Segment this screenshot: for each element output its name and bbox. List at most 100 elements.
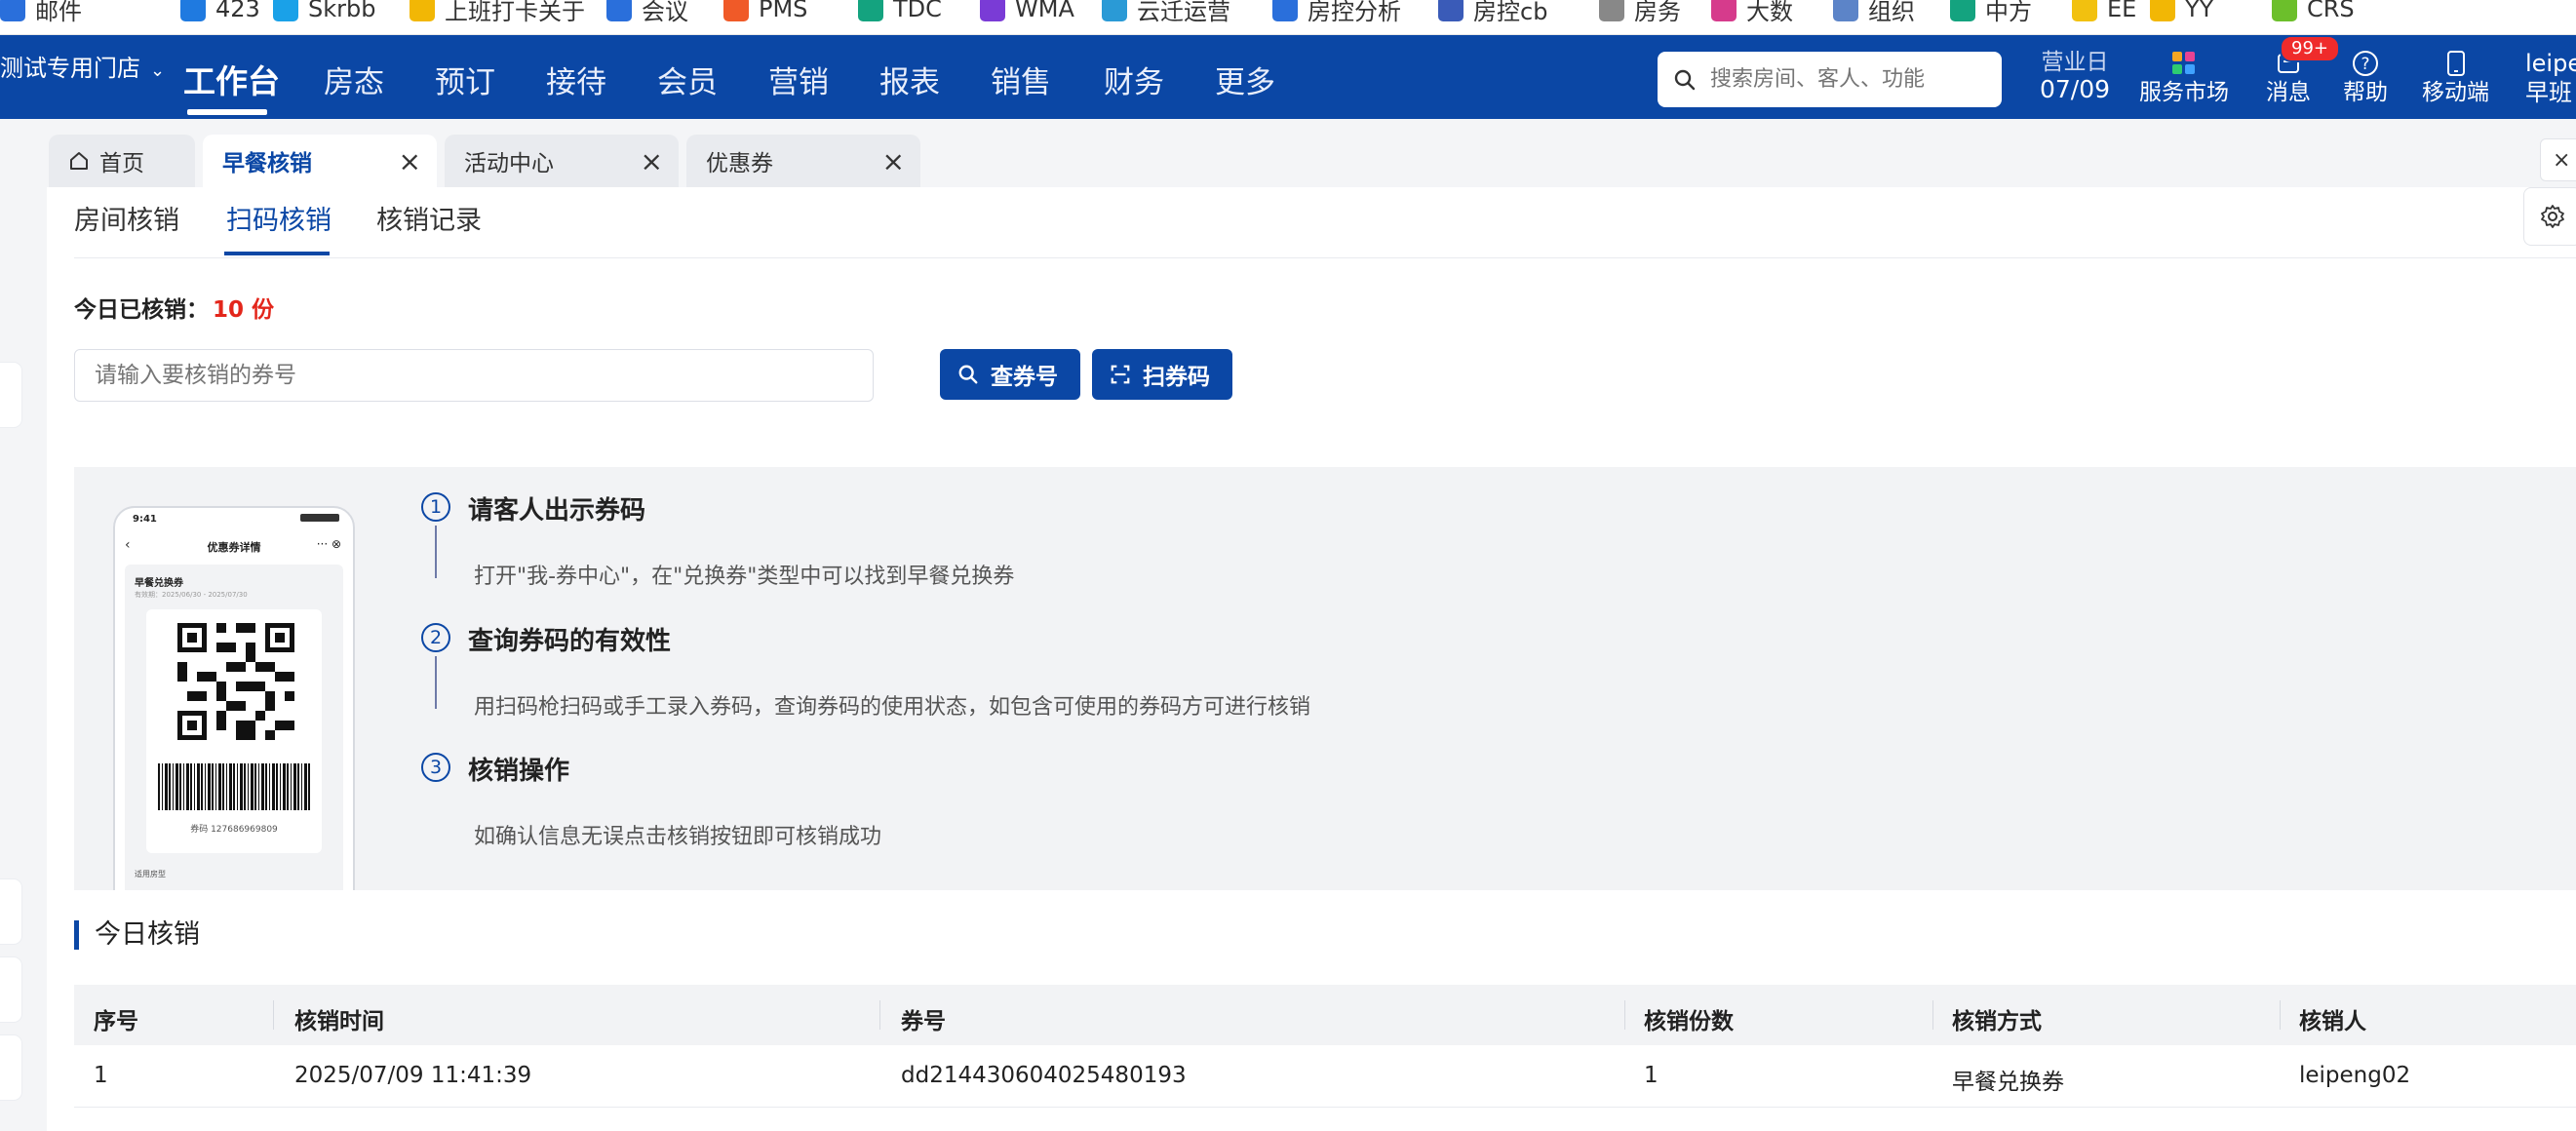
bookmark-item[interactable]: 上班打卡关于 bbox=[410, 0, 585, 25]
tab-label: 首页 bbox=[99, 151, 144, 176]
more-icon: ··· ⊗ bbox=[316, 537, 341, 551]
voucher-code: 券码 127686969809 bbox=[190, 825, 278, 835]
scan-voucher-label: 扫券码 bbox=[1143, 365, 1210, 390]
step-number-2: 2 bbox=[421, 623, 450, 652]
cell-voucher-number: dd214430604025480193 bbox=[901, 1063, 1187, 1088]
bookmark-item[interactable]: 房控cb bbox=[1438, 0, 1547, 25]
nav-item[interactable]: 更多 bbox=[1215, 58, 1275, 101]
scan-voucher-button[interactable]: 扫券码 bbox=[1092, 349, 1232, 400]
bookmark-favicon-icon bbox=[1599, 0, 1624, 21]
table-header: 序号 核销时间 券号 核销份数 核销方式 核销人 bbox=[74, 985, 2576, 1045]
tab-breakfast-verify[interactable]: 早餐核销 × bbox=[203, 135, 437, 187]
bookmark-favicon-icon bbox=[1833, 0, 1858, 21]
bookmark-label: 中方 bbox=[1985, 0, 2032, 25]
side-collapse-stub[interactable] bbox=[0, 363, 21, 427]
bookmark-favicon-icon bbox=[2150, 0, 2175, 21]
side-collapse-stub[interactable] bbox=[0, 957, 21, 1022]
table-row[interactable]: 1 2025/07/09 11:41:39 dd2144306040254801… bbox=[74, 1045, 2576, 1108]
nav-item[interactable]: 销售 bbox=[991, 58, 1051, 101]
bookmark-item[interactable]: 大数 bbox=[1711, 0, 1793, 25]
bookmark-label: 房务 bbox=[1634, 0, 1681, 25]
bookmark-favicon-icon bbox=[2272, 0, 2297, 21]
side-collapse-stub[interactable] bbox=[0, 1035, 21, 1100]
nav-item[interactable]: 报表 bbox=[879, 58, 940, 101]
tab-coupons[interactable]: 优惠券 × bbox=[686, 135, 920, 187]
bookmark-favicon-icon bbox=[410, 0, 435, 21]
bookmark-item[interactable]: 423 bbox=[180, 0, 260, 23]
column-header: 券号 bbox=[901, 1009, 946, 1034]
nav-item[interactable]: 工作台 bbox=[183, 56, 280, 102]
close-all-tabs-button[interactable]: × bbox=[2540, 138, 2576, 181]
mobile-button[interactable]: 移动端 bbox=[2422, 49, 2489, 107]
bookmark-item[interactable]: EE bbox=[2072, 0, 2136, 23]
store-selector[interactable]: 测试专用门店 ⌄ bbox=[0, 49, 165, 83]
tab-activity-center[interactable]: 活动中心 × bbox=[445, 135, 679, 187]
close-icon[interactable]: × bbox=[399, 145, 421, 177]
barcode-icon bbox=[158, 763, 310, 810]
side-collapse-stub[interactable] bbox=[0, 879, 21, 944]
column-separator bbox=[879, 1000, 880, 1030]
bookmark-item[interactable]: 房控分析 bbox=[1272, 0, 1401, 25]
step-title-1: 请客人出示券码 bbox=[468, 496, 646, 526]
close-icon[interactable]: × bbox=[641, 145, 663, 177]
bookmark-item[interactable]: 房务 bbox=[1599, 0, 1681, 25]
subtab-verify-records[interactable]: 核销记录 bbox=[376, 199, 482, 237]
grid-apps-icon bbox=[2139, 49, 2229, 78]
main-panel: 房间核销 扫码核销 核销记录 今日已核销：10 份 查券号 扫券码 9:41 ‹… bbox=[47, 187, 2576, 1131]
bookmark-item[interactable]: WMA bbox=[980, 0, 1074, 23]
bookmark-label: TDC bbox=[893, 0, 942, 22]
gear-icon bbox=[2541, 205, 2564, 228]
nav-item[interactable]: 房态 bbox=[324, 58, 384, 101]
voucher-number-input[interactable] bbox=[74, 349, 874, 402]
global-search[interactable] bbox=[1658, 52, 2002, 107]
cell-verify-time: 2025/07/09 11:41:39 bbox=[294, 1063, 532, 1088]
phone-footer-label: 适用房型 bbox=[135, 870, 166, 878]
subtab-scan-verify[interactable]: 扫码核销 bbox=[226, 199, 332, 237]
page-tabs: 首页 早餐核销 × 活动中心 × 优惠券 × × bbox=[0, 119, 2576, 187]
messages-badge: 99+ bbox=[2280, 35, 2340, 62]
subtab-room-verify[interactable]: 房间核销 bbox=[74, 199, 179, 237]
top-nav: 测试专用门店⌄ 工作台房态预订接待会员营销报表销售财务更多 营业日 07/09 … bbox=[0, 35, 2576, 119]
settings-button[interactable] bbox=[2523, 187, 2576, 246]
nav-item[interactable]: 接待 bbox=[546, 58, 606, 101]
help-button[interactable]: ? 帮助 bbox=[2343, 49, 2388, 107]
svg-text:?: ? bbox=[2361, 55, 2369, 74]
search-icon bbox=[958, 365, 978, 384]
search-icon bbox=[1674, 69, 1696, 90]
today-count-value: 10 份 bbox=[213, 297, 275, 323]
search-input[interactable] bbox=[1710, 67, 1983, 92]
user-menu[interactable]: leipe 早班 bbox=[2525, 49, 2576, 107]
bookmark-item[interactable]: 中方 bbox=[1950, 0, 2032, 25]
bookmark-item[interactable]: PMS bbox=[723, 0, 807, 23]
bookmark-label: 房控分析 bbox=[1308, 0, 1401, 25]
bookmark-item[interactable]: 组织 bbox=[1833, 0, 1915, 25]
service-market-button[interactable]: 服务市场 bbox=[2139, 49, 2229, 107]
bookmark-item[interactable]: 云迁运营 bbox=[1102, 0, 1230, 25]
column-separator bbox=[1624, 1000, 1625, 1030]
bookmark-favicon-icon bbox=[858, 0, 883, 21]
bookmark-item[interactable]: 邮件 bbox=[0, 0, 82, 25]
bookmark-item[interactable]: YY bbox=[2150, 0, 2213, 23]
voucher-validity: 有效期：2025/06/30 - 2025/07/30 bbox=[135, 591, 248, 599]
tab-home[interactable]: 首页 bbox=[49, 135, 195, 187]
cell-method: 早餐兑换券 bbox=[1952, 1070, 2064, 1095]
bookmark-favicon-icon bbox=[1438, 0, 1464, 21]
bookmark-favicon-icon bbox=[2072, 0, 2097, 21]
bookmark-item[interactable]: CRS bbox=[2272, 0, 2355, 23]
bookmark-item[interactable]: TDC bbox=[858, 0, 942, 23]
query-voucher-label: 查券号 bbox=[991, 365, 1058, 390]
bookmark-item[interactable]: Skrbb bbox=[273, 0, 375, 23]
nav-item[interactable]: 会员 bbox=[657, 58, 718, 101]
bookmark-item[interactable]: 会议 bbox=[606, 0, 688, 25]
query-voucher-button[interactable]: 查券号 bbox=[940, 349, 1080, 400]
nav-item[interactable]: 财务 bbox=[1104, 58, 1164, 101]
step-desc-3: 如确认信息无误点击核销按钮即可核销成功 bbox=[474, 825, 882, 849]
bookmark-favicon-icon bbox=[980, 0, 1005, 21]
close-icon[interactable]: × bbox=[882, 145, 905, 177]
nav-item[interactable]: 营销 bbox=[768, 58, 829, 101]
mobile-label: 移动端 bbox=[2422, 80, 2489, 105]
column-separator bbox=[273, 1000, 274, 1030]
bookmark-label: 组织 bbox=[1868, 0, 1915, 25]
nav-item[interactable]: 预订 bbox=[435, 58, 495, 101]
chevron-down-icon: ⌄ bbox=[150, 60, 166, 81]
